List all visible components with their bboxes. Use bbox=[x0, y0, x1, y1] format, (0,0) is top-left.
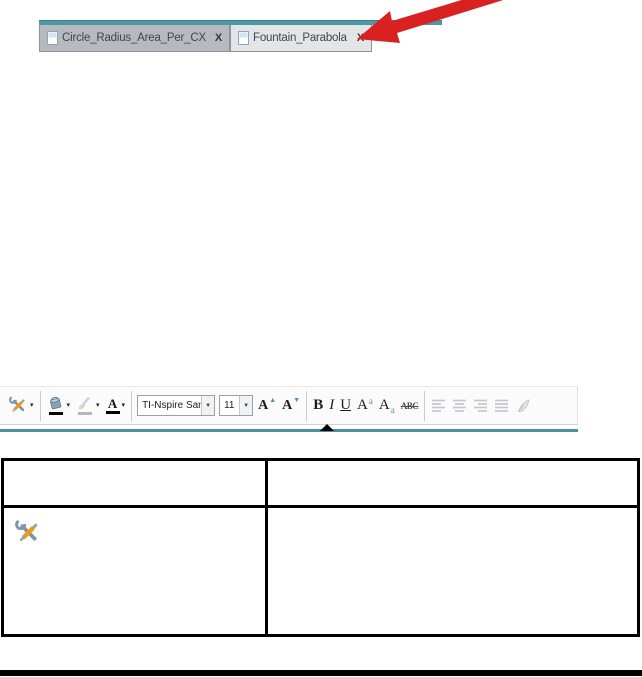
table-cell bbox=[1, 458, 268, 508]
subscript-base: A bbox=[378, 397, 390, 413]
toolbar-collapse-handle[interactable] bbox=[320, 424, 334, 431]
toolbar-separator bbox=[306, 390, 308, 421]
text-color-letter: A bbox=[107, 395, 118, 411]
content-table bbox=[1, 458, 640, 637]
toolbar-separator bbox=[424, 390, 426, 421]
toolbar-separator bbox=[39, 390, 41, 421]
superscript-base: A bbox=[357, 397, 368, 413]
toolbar-underline bbox=[0, 429, 578, 432]
quill-button[interactable] bbox=[513, 389, 533, 423]
font-family-select[interactable]: TI-Nspire Sans ▼ bbox=[137, 395, 216, 416]
line-color-icon bbox=[78, 396, 90, 410]
tab-label: Fountain_Parabola bbox=[253, 32, 347, 44]
table-row bbox=[1, 505, 640, 637]
document-icon bbox=[47, 31, 58, 45]
font-family-value: TI-Nspire Sans bbox=[142, 400, 202, 411]
fill-color-button[interactable]: ▾ bbox=[45, 389, 73, 423]
subscript-mark: a bbox=[390, 404, 395, 415]
underline-button[interactable]: U bbox=[338, 389, 353, 423]
align-right-button[interactable] bbox=[471, 389, 490, 423]
dropdown-caret-icon: ▾ bbox=[96, 402, 100, 409]
page: Circle_Radius_Area_Per_CX x Fountain_Par… bbox=[0, 0, 642, 677]
decrease-font-size-button[interactable]: A ▼ bbox=[280, 389, 302, 423]
align-center-button[interactable] bbox=[450, 389, 469, 423]
font-size-select[interactable]: 11 ▼ bbox=[219, 395, 254, 416]
dropdown-caret-icon: ▾ bbox=[30, 402, 34, 409]
line-color-button[interactable]: ▾ bbox=[74, 389, 102, 423]
tab-close-button[interactable]: x bbox=[209, 32, 222, 44]
subscript-button[interactable]: A a bbox=[377, 389, 397, 423]
strikethrough-button[interactable]: ABC bbox=[399, 389, 421, 423]
strikethrough-label: ABC bbox=[400, 400, 419, 411]
text-color-button[interactable]: A ▾ bbox=[104, 389, 128, 423]
italic-label: I bbox=[329, 397, 335, 413]
justify-button[interactable] bbox=[492, 389, 511, 423]
toolbar-separator bbox=[131, 390, 133, 421]
increase-font-label: A bbox=[258, 397, 269, 413]
tools-button[interactable]: ▾ bbox=[7, 389, 36, 423]
increase-font-size-button[interactable]: A ▲ bbox=[256, 389, 278, 423]
select-arrow-icon[interactable]: ▼ bbox=[239, 396, 253, 415]
superscript-button[interactable]: A a bbox=[355, 389, 375, 423]
justify-icon bbox=[495, 399, 509, 412]
decrease-font-label: A bbox=[282, 397, 293, 413]
tools-icon bbox=[15, 519, 38, 542]
bottom-rule bbox=[0, 670, 642, 676]
dropdown-caret-icon: ▾ bbox=[66, 402, 71, 409]
tab-fountain-parabola[interactable]: Fountain_Parabola x bbox=[230, 25, 372, 52]
tab-circle-radius-area-per-cx[interactable]: Circle_Radius_Area_Per_CX x bbox=[39, 25, 230, 52]
text-color-icon: A bbox=[105, 395, 120, 414]
align-left-button[interactable] bbox=[429, 389, 448, 423]
up-triangle-icon: ▲ bbox=[269, 397, 277, 404]
fill-color-swatch bbox=[48, 412, 63, 415]
line-color-swatch bbox=[78, 412, 93, 415]
dropdown-caret-icon: ▾ bbox=[121, 402, 126, 409]
align-left-icon bbox=[432, 399, 446, 412]
superscript-mark: a bbox=[368, 395, 373, 406]
down-triangle-icon: ▼ bbox=[293, 397, 301, 404]
tools-icon bbox=[9, 396, 25, 412]
underline-label: U bbox=[340, 397, 352, 413]
select-arrow-icon[interactable]: ▼ bbox=[201, 396, 215, 415]
table-cell bbox=[1, 505, 268, 637]
tab-close-button[interactable]: x bbox=[351, 32, 364, 44]
quill-icon bbox=[518, 398, 530, 412]
fill-color-icon bbox=[49, 396, 61, 410]
italic-button[interactable]: I bbox=[327, 389, 336, 423]
text-formatting-toolbar: ▾ ▾ ▾ A ▾ TI-Nspire San ▼ 11 ▼ A ▲ A ▼ B… bbox=[0, 386, 578, 425]
bold-button[interactable]: B bbox=[311, 389, 325, 423]
table-cell bbox=[265, 458, 640, 508]
tab-label: Circle_Radius_Area_Per_CX bbox=[62, 32, 206, 44]
bold-label: B bbox=[313, 397, 324, 413]
font-size-value: 11 bbox=[224, 400, 235, 411]
document-icon bbox=[238, 31, 249, 45]
table-header-row bbox=[1, 458, 640, 508]
table-cell bbox=[265, 505, 640, 637]
align-right-icon bbox=[474, 399, 488, 412]
text-color-swatch bbox=[105, 410, 120, 414]
align-center-icon bbox=[453, 399, 467, 412]
